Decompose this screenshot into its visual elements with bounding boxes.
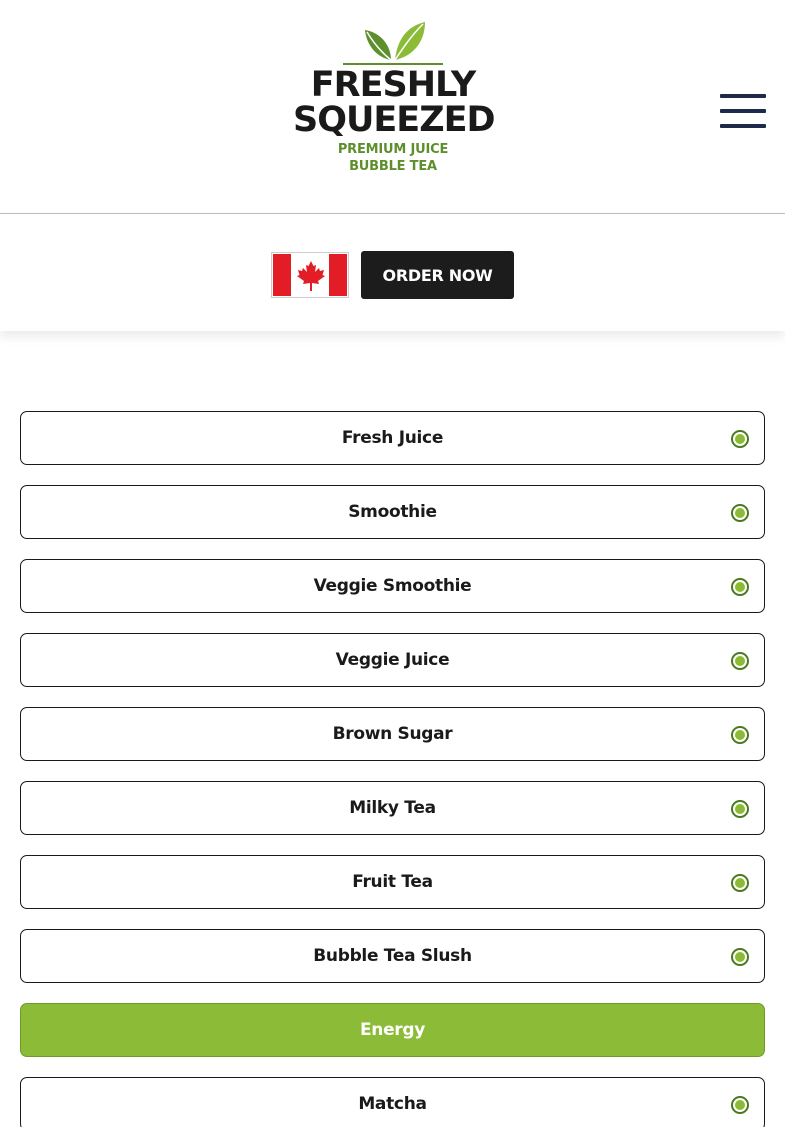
category-bubble-tea-slush[interactable]: Bubble Tea Slush: [20, 929, 765, 983]
leaf-logo-icon: [343, 22, 443, 65]
radio-dot-icon: [731, 578, 749, 596]
order-now-button[interactable]: ORDER NOW: [361, 251, 514, 299]
category-label: Smoothie: [348, 502, 437, 522]
menu-bar: [720, 94, 766, 98]
category-label: Fruit Tea: [352, 872, 433, 892]
menu-bar: [720, 109, 766, 113]
radio-dot-icon: [731, 652, 749, 670]
category-brown-sugar[interactable]: Brown Sugar: [20, 707, 765, 761]
radio-dot-icon: [731, 726, 749, 744]
category-smoothie[interactable]: Smoothie: [20, 485, 765, 539]
site-header: FRESHLY SQUEEZED PREMIUM JUICE BUBBLE TE…: [0, 0, 785, 214]
category-label: Energy: [359, 1020, 426, 1040]
menu-bar: [720, 124, 766, 128]
category-fresh-juice[interactable]: Fresh Juice: [20, 411, 765, 465]
category-energy[interactable]: Energy: [20, 1003, 765, 1057]
brand-logo[interactable]: FRESHLY SQUEEZED PREMIUM JUICE BUBBLE TE…: [293, 18, 496, 178]
brand-tagline-1: PREMIUM JUICE: [337, 142, 449, 157]
category-list: Fresh Juice Smoothie Veggie Smoothie Veg…: [20, 411, 765, 1127]
maple-leaf-icon: [297, 261, 325, 291]
brand-name-line1: FRESHLY: [310, 65, 476, 105]
category-milky-tea[interactable]: Milky Tea: [20, 781, 765, 835]
category-veggie-juice[interactable]: Veggie Juice: [20, 633, 765, 687]
brand-name-line2: SQUEEZED: [293, 100, 496, 140]
category-veggie-smoothie[interactable]: Veggie Smoothie: [20, 559, 765, 613]
brand-tagline-2: BUBBLE TEA: [349, 159, 437, 174]
category-label: Matcha: [358, 1094, 427, 1114]
category-label: Milky Tea: [349, 798, 436, 818]
radio-dot-icon: [731, 430, 749, 448]
category-label: Fresh Juice: [341, 428, 444, 448]
category-matcha[interactable]: Matcha: [20, 1077, 765, 1127]
radio-dot-icon: [731, 948, 749, 966]
canada-flag-icon[interactable]: [271, 252, 349, 298]
radio-dot-icon: [731, 1096, 749, 1114]
radio-dot-icon: [731, 800, 749, 818]
radio-dot-icon: [731, 874, 749, 892]
category-label: Bubble Tea Slush: [313, 946, 472, 966]
hamburger-menu-icon[interactable]: [718, 94, 768, 130]
category-label: Brown Sugar: [332, 724, 453, 744]
flag-red-band: [329, 254, 347, 296]
category-label: Veggie Smoothie: [313, 576, 472, 596]
order-bar: ORDER NOW: [0, 215, 785, 331]
flag-red-band: [273, 254, 291, 296]
category-fruit-tea[interactable]: Fruit Tea: [20, 855, 765, 909]
category-label: Veggie Juice: [335, 650, 450, 670]
radio-dot-icon: [731, 504, 749, 522]
